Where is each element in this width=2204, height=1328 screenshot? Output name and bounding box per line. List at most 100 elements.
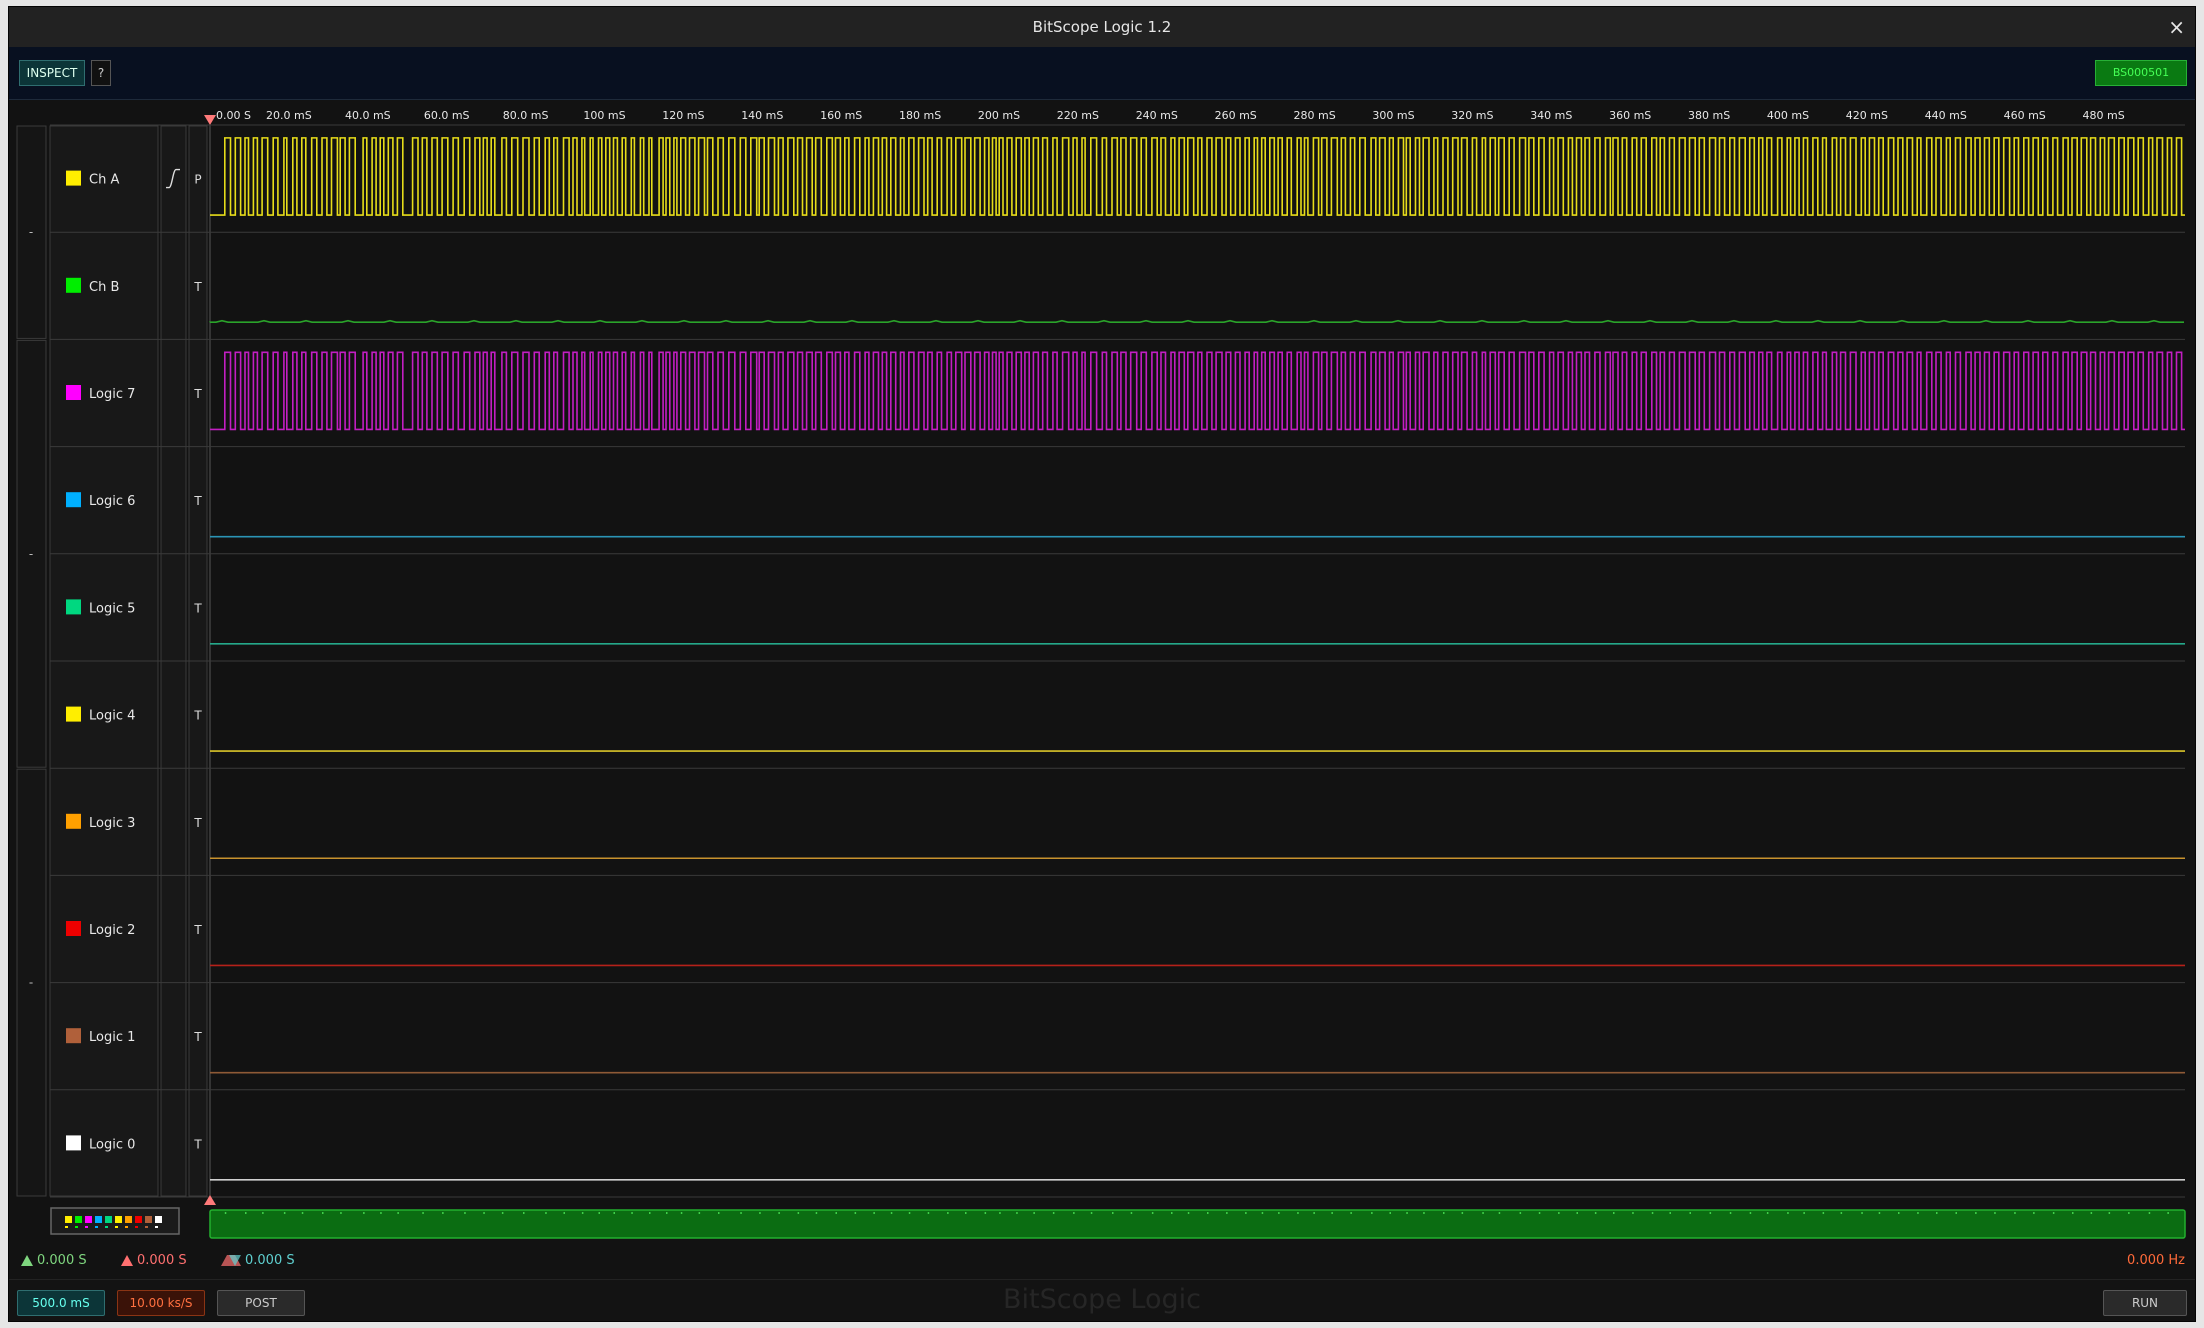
overview-range-bar[interactable] bbox=[209, 1209, 2186, 1239]
channel-color-swatch[interactable] bbox=[66, 170, 81, 186]
overview-activity-tick bbox=[1033, 1212, 1035, 1214]
time-tick-label: 400 mS bbox=[1767, 109, 1809, 122]
overview-activity-tick bbox=[1112, 1212, 1114, 1214]
channel-name[interactable]: Logic 7 bbox=[89, 387, 135, 402]
channel-color-swatch[interactable] bbox=[66, 492, 81, 508]
overview-activity-tick bbox=[2148, 1212, 2151, 1214]
overview-activity-tick bbox=[1594, 1212, 1597, 1214]
cursor2-icon[interactable] bbox=[121, 1255, 133, 1266]
time-tick-label: 0.00 S bbox=[216, 109, 251, 122]
overview-activity-tick bbox=[2052, 1212, 2055, 1214]
channel-mode-label[interactable]: T bbox=[193, 816, 202, 830]
overview-activity-tick bbox=[2014, 1212, 2016, 1214]
channel-name[interactable]: Logic 2 bbox=[89, 923, 135, 938]
overview-activity-tick bbox=[698, 1212, 701, 1214]
channel-color-swatch[interactable] bbox=[66, 385, 81, 400]
overview-activity-tick bbox=[322, 1212, 324, 1214]
overview-activity-tick bbox=[442, 1212, 444, 1214]
channel-color-swatch[interactable] bbox=[66, 1028, 81, 1044]
overview-activity-tick bbox=[1669, 1212, 1671, 1214]
overview-activity-tick bbox=[1840, 1212, 1843, 1214]
channel-name[interactable]: Logic 0 bbox=[89, 1137, 135, 1152]
channel-color-swatch[interactable] bbox=[66, 813, 81, 829]
overview-activity-tick bbox=[1350, 1212, 1352, 1214]
overview-activity-tick bbox=[873, 1212, 875, 1214]
channel-name[interactable]: Ch B bbox=[89, 280, 119, 295]
channel-color-swatch[interactable] bbox=[66, 599, 81, 615]
group-collapse-label[interactable]: - bbox=[29, 547, 33, 561]
time-tick-label: 180 mS bbox=[899, 109, 941, 122]
overview-channel-dot bbox=[125, 1226, 128, 1228]
time-ruler[interactable]: 0.00 S 20.0 mS 40.0 mS 60.0 mS 80.0 mS 100 mS… bbox=[204, 103, 2185, 125]
overview-strip[interactable] bbox=[50, 1195, 2186, 1239]
overview-activity-tick bbox=[340, 1212, 342, 1214]
overview-activity-tick bbox=[1389, 1212, 1391, 1214]
channel-name[interactable]: Logic 3 bbox=[89, 816, 135, 831]
channel-name[interactable]: Logic 4 bbox=[89, 709, 135, 724]
overview-activity-tick bbox=[759, 1212, 761, 1214]
overview-activity-tick bbox=[397, 1212, 399, 1214]
channel-name[interactable]: Ch A bbox=[89, 173, 119, 188]
overview-activity-tick bbox=[740, 1212, 742, 1214]
overview-activity-tick bbox=[581, 1212, 584, 1214]
overview-activity-tick bbox=[2090, 1212, 2093, 1214]
channel-color-swatch[interactable] bbox=[66, 1135, 81, 1151]
channel-mode-label[interactable]: T bbox=[193, 923, 202, 937]
channel-color-swatch[interactable] bbox=[66, 921, 81, 936]
overview-activity-tick bbox=[666, 1212, 668, 1214]
overview-activity-tick bbox=[927, 1212, 930, 1214]
watermark-logo-text: BitScope Logic bbox=[1002, 1284, 1202, 1315]
overview-activity-tick bbox=[301, 1212, 304, 1214]
overview-activity-tick bbox=[1406, 1212, 1408, 1214]
channel-color-swatch[interactable] bbox=[66, 277, 81, 293]
overview-activity-tick bbox=[483, 1212, 485, 1214]
overview-activity-tick bbox=[1632, 1212, 1634, 1214]
overview-activity-tick bbox=[1261, 1212, 1264, 1214]
group-collapse-label[interactable]: - bbox=[29, 976, 33, 990]
overview-activity-tick bbox=[2167, 1212, 2169, 1214]
channel-mode-label[interactable]: P bbox=[194, 173, 201, 187]
channel-mode-label[interactable]: T bbox=[193, 1137, 202, 1151]
channel-mode-label[interactable]: T bbox=[193, 709, 202, 723]
channel-mode-label[interactable]: T bbox=[193, 280, 202, 294]
delta-cursor-icon[interactable] bbox=[221, 1255, 241, 1266]
overview-activity-tick bbox=[1898, 1212, 1900, 1214]
overview-activity-tick bbox=[1090, 1212, 1093, 1214]
overview-activity-tick bbox=[1371, 1212, 1373, 1214]
overview-activity-tick bbox=[999, 1212, 1001, 1214]
overview-activity-tick bbox=[1975, 1212, 1977, 1214]
overview-channel-dot bbox=[85, 1226, 88, 1228]
run-button[interactable]: RUN bbox=[2103, 1290, 2187, 1316]
time-tick-label: 200 mS bbox=[978, 109, 1020, 122]
logic-analyzer-display[interactable]: 0.00 S 20.0 mS 40.0 mS 60.0 mS 80.0 mS 100 mS… bbox=[9, 7, 2196, 1243]
channel-name[interactable]: Logic 1 bbox=[89, 1030, 135, 1045]
channel-mode-label[interactable]: T bbox=[193, 601, 202, 615]
overview-activity-tick bbox=[1130, 1212, 1133, 1214]
channel-name[interactable]: Logic 6 bbox=[89, 494, 135, 509]
overview-activity-tick bbox=[1709, 1212, 1712, 1214]
overview-channel-swatch bbox=[125, 1216, 132, 1223]
overview-channel-dot bbox=[145, 1226, 148, 1228]
group-collapse-label[interactable]: - bbox=[29, 225, 33, 239]
channel-color-swatch[interactable] bbox=[66, 706, 81, 722]
overview-activity-tick bbox=[965, 1212, 967, 1214]
overview-channel-dot bbox=[75, 1226, 78, 1228]
overview-activity-tick bbox=[1822, 1212, 1825, 1214]
channel-name[interactable]: Logic 5 bbox=[89, 601, 135, 616]
overview-channel-swatch bbox=[75, 1216, 82, 1223]
time-tick-label: 420 mS bbox=[1846, 109, 1888, 122]
overview-channel-swatch bbox=[135, 1216, 142, 1223]
overview-activity-tick bbox=[1423, 1212, 1425, 1214]
channel-trace bbox=[210, 137, 2185, 216]
overview-activity-tick bbox=[1498, 1212, 1501, 1214]
overview-activity-tick bbox=[1936, 1212, 1938, 1214]
channel-mode-label[interactable]: T bbox=[193, 494, 202, 508]
overview-channel-swatch bbox=[85, 1216, 92, 1223]
time-tick-label: 260 mS bbox=[1215, 109, 1257, 122]
overview-activity-tick bbox=[1861, 1212, 1863, 1214]
overview-activity-tick bbox=[718, 1212, 720, 1214]
channel-mode-label[interactable]: T bbox=[193, 1030, 202, 1044]
overview-activity-tick bbox=[1073, 1212, 1075, 1214]
channel-mode-label[interactable]: T bbox=[193, 387, 202, 401]
cursor1-icon[interactable] bbox=[21, 1255, 33, 1266]
